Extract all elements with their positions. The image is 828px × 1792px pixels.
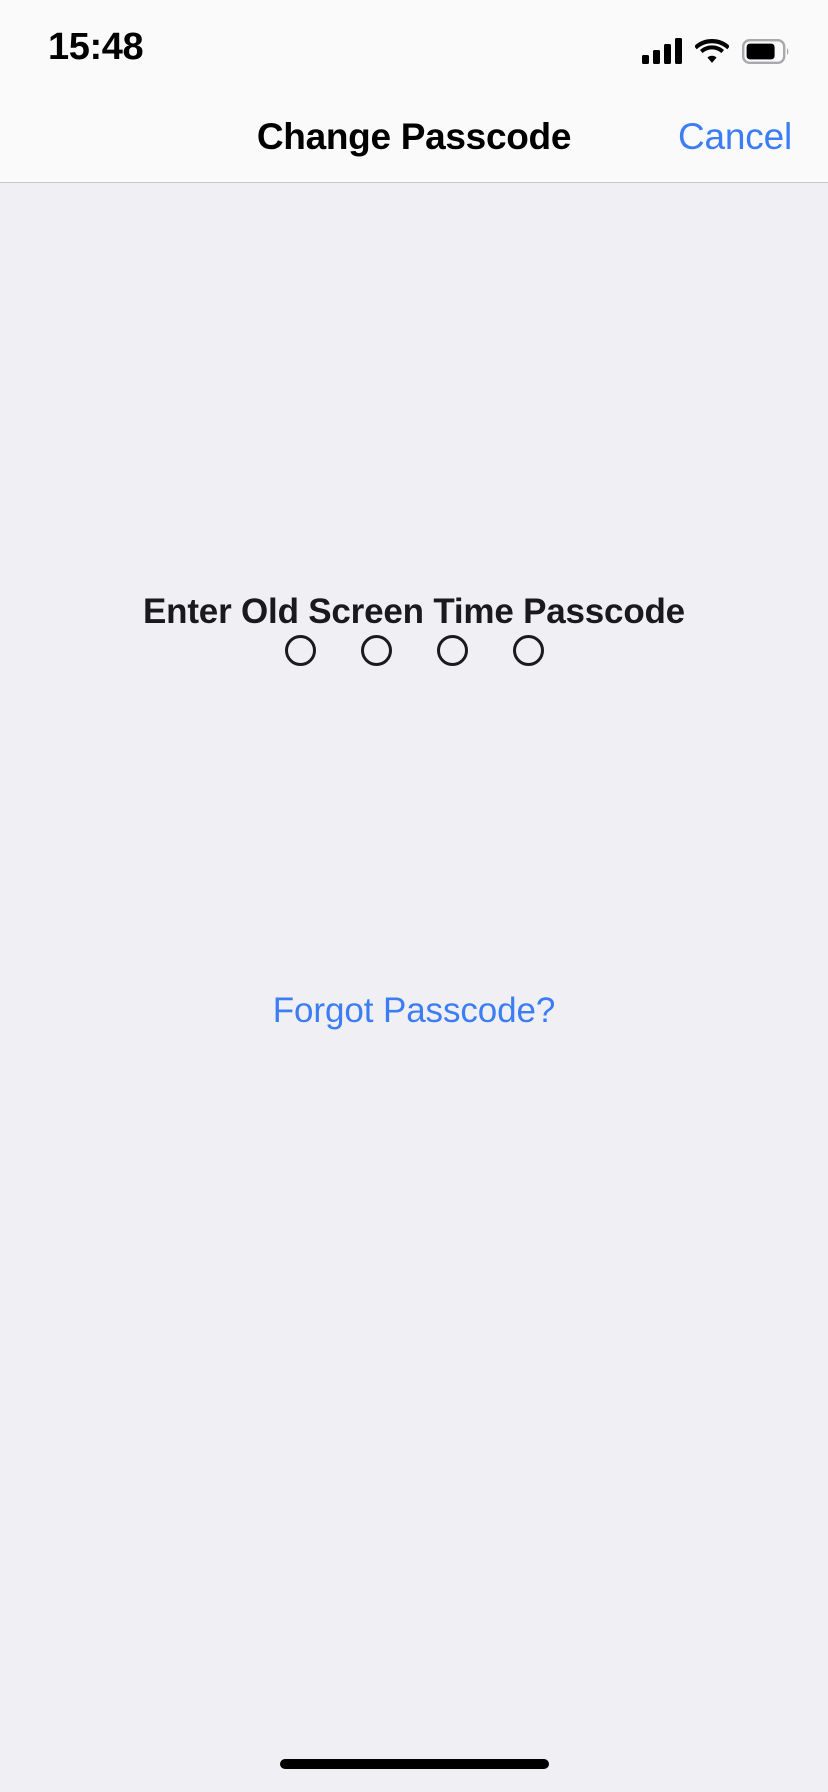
passcode-dot-3 [436,635,468,666]
passcode-content: Enter Old Screen Time Passcode Forgot Pa… [0,183,828,1792]
forgot-passcode-link[interactable]: Forgot Passcode? [0,991,828,1031]
battery-icon [742,39,790,64]
passcode-dots[interactable] [0,635,828,666]
wifi-icon [695,38,729,64]
passcode-dot-4 [512,635,544,666]
page-title: Change Passcode [256,116,572,157]
passcode-prompt-label: Enter Old Screen Time Passcode [143,592,685,631]
navigation-bar: Change Passcode Cancel [0,92,828,183]
cancel-button[interactable]: Cancel [678,116,792,158]
home-indicator-area [0,1736,828,1792]
home-indicator[interactable] [279,1759,549,1769]
passcode-dot-2 [360,635,392,666]
iphone-screen: 15:48 Change Passcode Cancel Enter Old S… [0,0,828,1792]
status-bar: 15:48 [0,0,828,92]
status-bar-time: 15:48 [48,26,144,68]
status-bar-indicators [642,28,790,64]
passcode-dot-1 [284,635,316,666]
cellular-bars-icon [642,38,682,64]
